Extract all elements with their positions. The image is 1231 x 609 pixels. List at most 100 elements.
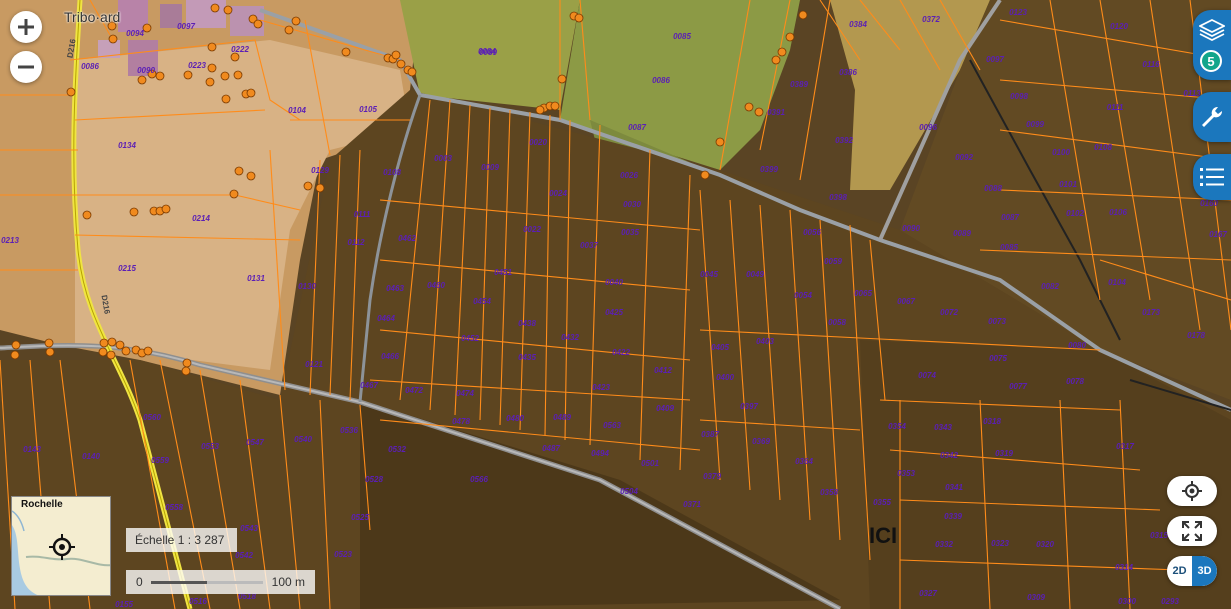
parcel-label[interactable]: 0080 [1068,341,1086,350]
parcel-label[interactable]: 0460 [427,281,445,290]
parcel-label[interactable]: 0040 [605,278,623,287]
parcel-label[interactable]: 0022 [523,225,541,234]
parcel-label[interactable]: 0075 [989,354,1007,363]
parcel-label[interactable]: 0173 [1142,308,1160,317]
zoom-out-button[interactable] [10,51,42,83]
parcel-label[interactable]: 0129 [311,166,329,175]
parcel-label[interactable]: 0536 [340,426,358,435]
parcel-label[interactable]: 0104 [1108,278,1126,287]
parcel-label[interactable]: 0120 [1110,22,1128,31]
parcel-label[interactable]: 0317 [1116,442,1134,451]
parcel-label[interactable]: 0386 [839,68,857,77]
parcel-label[interactable]: 0487 [542,444,560,453]
parcel-label[interactable]: 0160 [1200,199,1218,208]
parcel-label[interactable]: 0397 [740,402,758,411]
mode-2d-option[interactable]: 2D [1167,556,1192,586]
parcel-label[interactable]: 0392 [835,136,853,145]
parcel-label[interactable]: 0342 [940,451,958,460]
parcel-label[interactable]: 0123 [1009,8,1027,17]
parcel-label[interactable]: 0099 [1026,120,1044,129]
parcel-label[interactable]: 0451 [494,268,512,277]
geolocate-button[interactable] [1167,476,1217,506]
cadastral-map[interactable]: 0094009702220086 009002230084008900850086… [0,0,1231,609]
parcel-label[interactable]: 0422 [612,348,630,357]
parcel-label[interactable]: 0097 [986,55,1004,64]
overview-minimap[interactable]: Rochelle [11,496,111,596]
parcel-label[interactable]: 0540 [294,435,312,444]
parcel-label[interactable]: 0096 [919,123,937,132]
parcel-label[interactable]: 0089 [953,229,971,238]
parcel-label[interactable]: 0035 [621,228,639,237]
parcel-label[interactable]: 0106 [1109,208,1127,217]
parcel-label[interactable]: 0523 [334,550,352,559]
parcel-label[interactable]: 0474 [456,389,474,398]
parcel-label[interactable]: 0319 [995,449,1013,458]
parcel-label[interactable]: 0105 [359,105,377,114]
parcel-label[interactable]: 0462 [398,234,416,243]
parcel-label[interactable]: 0078 [1066,377,1084,386]
parcel-label[interactable]: 0131 [247,274,265,283]
parcel-label[interactable]: 0354 [888,422,906,431]
fullscreen-button[interactable] [1167,516,1217,546]
parcel-label[interactable]: 0134 [118,141,136,150]
parcel-label[interactable]: 0467 [360,381,378,390]
parcel-label[interactable]: 0438 [518,319,536,328]
parcel-label[interactable]: 0056 [803,228,821,237]
parcel-label[interactable]: 0300 [1118,597,1136,606]
parcel-label[interactable]: 0104 [288,106,306,115]
parcel-label[interactable]: 0504 [620,487,638,496]
parcel-label[interactable]: 0452 [461,334,479,343]
parcel-label[interactable]: 0369 [752,437,770,446]
parcel-label[interactable]: 0463 [386,284,404,293]
parcel-label[interactable]: 0372 [922,15,940,24]
parcel-label[interactable]: 0399 [760,165,778,174]
parcel-label[interactable]: 0425 [605,308,623,317]
parcel-label[interactable]: 0059 [824,257,842,266]
parcel-label[interactable]: 0403 [756,337,774,346]
parcel-label[interactable]: 0542 [235,551,253,560]
parcel-label[interactable]: 0140 [82,452,100,461]
parcel-label[interactable]: 0073 [988,317,1006,326]
parcel-label[interactable]: 0566 [470,475,488,484]
parcel-label[interactable]: 0341 [945,483,963,492]
parcel-label[interactable]: 0087 [1001,213,1019,222]
parcel-label[interactable]: 0223 [188,61,206,70]
parcel-label[interactable]: 0318 [983,417,1001,426]
parcel-label[interactable]: 0178 [1187,331,1205,340]
parcel-label[interactable]: 0327 [919,589,937,598]
parcel-label[interactable]: 0309 [1027,593,1045,602]
parcel-label[interactable]: 0058 [828,318,846,327]
parcel-label[interactable]: 0528 [365,475,383,484]
parcel-label[interactable]: 0353 [897,469,915,478]
parcel-label[interactable]: 0547 [246,438,264,447]
parcel-label[interactable]: 0003 [434,154,452,163]
parcel-label[interactable]: 0563 [603,421,621,430]
parcel-label[interactable]: 0087 [628,123,646,132]
parcel-label[interactable]: 0339 [944,512,962,521]
parcel-label[interactable]: 0400 [716,373,734,382]
legend-button[interactable] [1193,154,1231,200]
parcel-label[interactable]: 0432 [561,333,579,342]
parcel-label[interactable]: 0101 [1059,180,1077,189]
parcel-label[interactable]: 0111 [354,210,371,219]
parcel-label[interactable]: 0130 [298,282,316,291]
parcel-label[interactable]: 0466 [381,352,399,361]
parcel-label[interactable]: 0464 [377,314,395,323]
parcel-label[interactable]: 0454 [473,297,491,306]
tools-button[interactable] [1193,92,1231,142]
parcel-label[interactable]: 0097 [177,22,195,31]
parcel-label[interactable]: 0315 [1150,531,1168,540]
parcel-label[interactable]: 0314 [1115,563,1133,572]
parcel-label[interactable]: 0085 [673,32,691,41]
parcel-label[interactable]: 0108 [383,168,401,177]
parcel-label[interactable]: 0358 [820,488,838,497]
parcel-label[interactable]: 0086 [81,62,99,71]
parcel-label[interactable]: 0213 [1,236,19,245]
parcel-label[interactable]: 0090 [902,224,920,233]
layers-button[interactable]: 5 [1193,10,1231,80]
parcel-label[interactable]: 0332 [935,540,953,549]
parcel-label[interactable]: 0037 [580,241,598,250]
parcel-label[interactable]: 0030 [623,200,641,209]
parcel-label[interactable]: 0215 [118,264,136,273]
parcel-label[interactable]: 0371 [683,500,701,509]
